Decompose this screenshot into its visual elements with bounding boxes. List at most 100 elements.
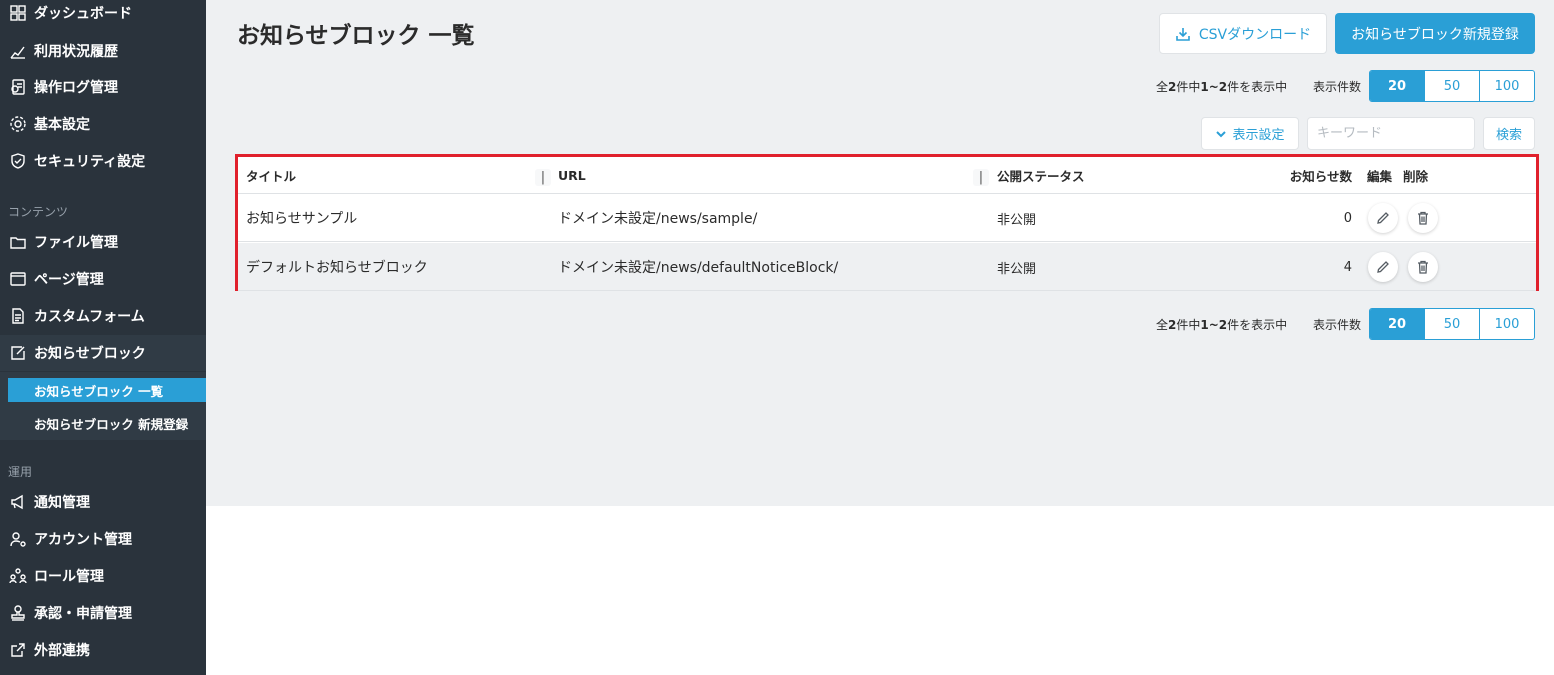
sidebar-item-dashboard[interactable]: ダッシュボード xyxy=(0,0,206,31)
sidebar-item-account[interactable]: アカウント管理 xyxy=(0,521,206,557)
edit-button[interactable] xyxy=(1368,252,1398,282)
per-page-20[interactable]: 20 xyxy=(1370,309,1425,339)
per-page-100[interactable]: 100 xyxy=(1480,309,1534,339)
log-icon xyxy=(8,77,28,97)
sidebar-item-label: 基本設定 xyxy=(34,117,90,133)
user-gear-icon xyxy=(8,529,28,549)
folder-icon xyxy=(8,232,28,252)
row-status: 非公開 xyxy=(997,261,1037,277)
trash-icon xyxy=(1418,211,1428,225)
per-page-label-bottom: 表示件数 xyxy=(1313,318,1362,332)
stamp-icon xyxy=(8,603,28,623)
column-resize-handle[interactable]: | xyxy=(535,169,551,186)
notice-block-table: タイトル | URL | 公開ステータス お知らせ数 編集 削除 お知らせサンプ… xyxy=(235,154,1539,291)
row-status: 非公開 xyxy=(997,212,1037,228)
pencil-icon xyxy=(1377,261,1389,273)
sidebar-item-label: 操作ログ管理 xyxy=(34,80,118,96)
pencil-icon xyxy=(1377,212,1389,224)
row-notice-count: 0 xyxy=(1343,210,1352,226)
column-header-notice-count[interactable]: お知らせ数 xyxy=(1268,157,1352,194)
trash-icon xyxy=(1418,260,1428,274)
per-page-50[interactable]: 50 xyxy=(1425,71,1480,101)
per-page-20[interactable]: 20 xyxy=(1370,71,1425,101)
sidebar-subitem-notice-block-list[interactable]: お知らせブロック 一覧 xyxy=(8,378,206,402)
sidebar-item-label: ダッシュボード xyxy=(34,6,132,22)
column-resize-handle[interactable]: | xyxy=(973,169,989,186)
column-header-edit: 編集 xyxy=(1367,169,1393,184)
download-icon xyxy=(1176,27,1190,41)
table-row[interactable]: デフォルトお知らせブロック ドメイン未設定/news/defaultNotice… xyxy=(238,243,1536,291)
page-icon xyxy=(8,269,28,289)
main-content: お知らせブロック 一覧 CSVダウンロード お知らせブロック新規登録 全2件中1… xyxy=(206,0,1554,506)
delete-button[interactable] xyxy=(1408,252,1438,282)
row-title: デフォルトお知らせブロック xyxy=(246,260,428,276)
dashboard-icon xyxy=(8,3,28,23)
table-header-row: タイトル | URL | 公開ステータス お知らせ数 編集 削除 xyxy=(238,157,1536,194)
delete-button[interactable] xyxy=(1408,203,1438,233)
sidebar-item-role[interactable]: ロール管理 xyxy=(0,558,206,594)
sidebar-item-external-link[interactable]: 外部連携 xyxy=(0,632,206,668)
megaphone-icon xyxy=(8,492,28,512)
sidebar-subitem-label: お知らせブロック 新規登録 xyxy=(34,416,189,432)
sidebar-item-label: ページ管理 xyxy=(34,272,104,288)
form-icon xyxy=(8,306,28,326)
result-count: 全2件中1~2件を表示中 xyxy=(1156,80,1288,94)
chart-icon xyxy=(8,41,28,61)
sidebar: ダッシュボード 利用状況履歴 操作ログ管理 基本設定 セキュリティ設定 コンテン… xyxy=(0,0,206,675)
shield-icon xyxy=(8,151,28,171)
column-header-url[interactable]: URL xyxy=(558,157,586,194)
sidebar-subitem-notice-block-new[interactable]: お知らせブロック 新規登録 xyxy=(8,411,206,435)
external-link-icon xyxy=(8,640,28,660)
column-header-title[interactable]: タイトル xyxy=(246,157,296,194)
chevron-down-icon xyxy=(1216,130,1227,137)
per-page-100[interactable]: 100 xyxy=(1480,71,1534,101)
sidebar-item-label: セキュリティ設定 xyxy=(34,154,146,170)
sidebar-item-notification[interactable]: 通知管理 xyxy=(0,484,206,520)
sidebar-item-operation-log[interactable]: 操作ログ管理 xyxy=(0,69,206,105)
search-button[interactable]: 検索 xyxy=(1483,117,1535,150)
display-range: 1~2 xyxy=(1200,318,1228,332)
sidebar-item-file-management[interactable]: ファイル管理 xyxy=(0,224,206,260)
table-row[interactable]: お知らせサンプル ドメイン未設定/news/sample/ 非公開 0 xyxy=(238,194,1536,242)
sidebar-item-label: ファイル管理 xyxy=(34,235,118,251)
display-settings-label: 表示設定 xyxy=(1232,128,1285,143)
sidebar-item-label: アカウント管理 xyxy=(34,532,132,548)
sidebar-item-label: 通知管理 xyxy=(34,495,90,511)
row-url: ドメイン未設定/news/defaultNoticeBlock/ xyxy=(558,260,839,276)
gear-icon xyxy=(8,114,28,134)
role-icon xyxy=(8,566,28,586)
new-notice-block-button[interactable]: お知らせブロック新規登録 xyxy=(1335,13,1535,54)
csv-download-button[interactable]: CSVダウンロード xyxy=(1159,13,1327,54)
row-url: ドメイン未設定/news/sample/ xyxy=(558,211,758,227)
sidebar-section-contents: コンテンツ xyxy=(8,205,69,219)
sidebar-subitem-label: お知らせブロック 一覧 xyxy=(34,383,164,399)
sidebar-item-basic-settings[interactable]: 基本設定 xyxy=(0,106,206,142)
keyword-search-input[interactable] xyxy=(1307,117,1475,150)
result-count-bottom: 全2件中1~2件を表示中 xyxy=(1156,318,1288,332)
row-notice-count: 4 xyxy=(1343,259,1352,275)
edit-button[interactable] xyxy=(1368,203,1398,233)
sidebar-item-label: カスタムフォーム xyxy=(34,309,145,325)
per-page-label: 表示件数 xyxy=(1313,80,1362,94)
sidebar-item-label: お知らせブロック xyxy=(34,346,146,362)
csv-download-label: CSVダウンロード xyxy=(1198,26,1312,43)
edit-icon xyxy=(8,343,28,363)
sidebar-item-security[interactable]: セキュリティ設定 xyxy=(0,143,206,179)
sidebar-item-notice-block[interactable]: お知らせブロック xyxy=(0,335,206,371)
sidebar-item-label: 承認・申請管理 xyxy=(34,606,132,622)
sidebar-section-operation: 運用 xyxy=(8,465,33,479)
sidebar-item-label: ロール管理 xyxy=(34,569,104,585)
sidebar-item-custom-form[interactable]: カスタムフォーム xyxy=(0,298,206,334)
page-title: お知らせブロック 一覧 xyxy=(237,23,475,49)
row-title: お知らせサンプル xyxy=(246,211,358,227)
sidebar-item-page-management[interactable]: ページ管理 xyxy=(0,261,206,297)
sidebar-item-usage-history[interactable]: 利用状況履歴 xyxy=(0,33,206,69)
sidebar-item-label: 利用状況履歴 xyxy=(34,44,118,60)
sidebar-item-approval[interactable]: 承認・申請管理 xyxy=(0,595,206,631)
per-page-selector: 20 50 100 xyxy=(1369,70,1535,102)
display-settings-button[interactable]: 表示設定 xyxy=(1201,117,1299,150)
sidebar-item-label: 外部連携 xyxy=(34,643,90,659)
column-header-status[interactable]: 公開ステータス xyxy=(997,157,1085,194)
per-page-50[interactable]: 50 xyxy=(1425,309,1480,339)
display-range: 1~2 xyxy=(1200,80,1228,94)
